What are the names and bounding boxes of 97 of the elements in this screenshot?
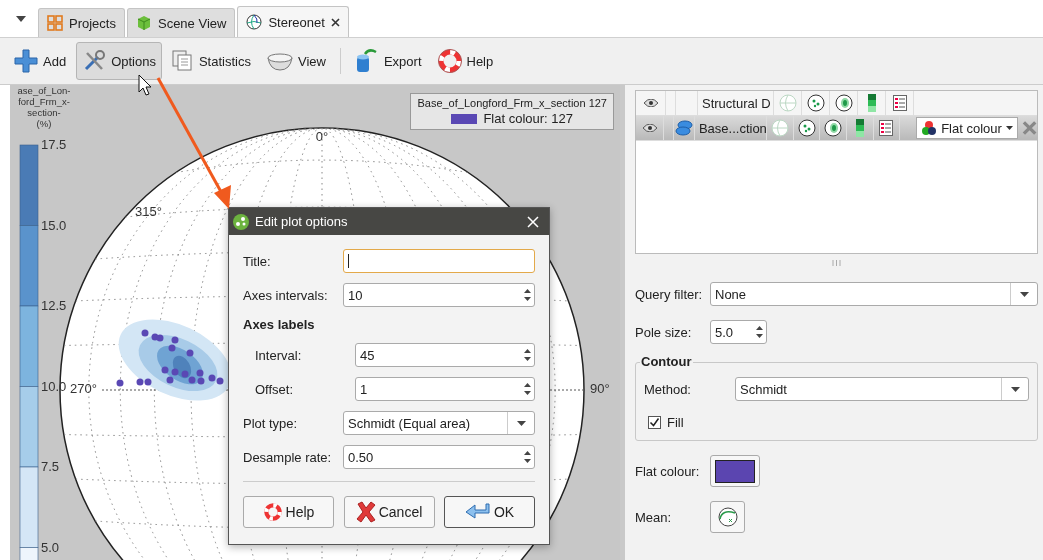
tab[interactable]: Scene View — [126, 8, 236, 37]
spin-arrows-icon[interactable] — [524, 382, 531, 396]
dropdown[interactable]: None — [710, 282, 1038, 306]
section-heading: Axes labels — [243, 317, 316, 333]
dialog-button[interactable]: Cancel — [343, 496, 435, 528]
spin-arrows-icon[interactable] — [524, 348, 531, 362]
legend-title: Base_of_Longford_Frm_x_section 127 — [417, 97, 607, 109]
field-label: Pole size: — [635, 324, 693, 340]
scale-title: ase_of_Lon- — [17, 85, 71, 96]
spin-arrows-icon[interactable] — [756, 325, 763, 339]
enter-arrow-icon — [464, 502, 491, 522]
cube-icon — [135, 15, 152, 31]
lifebuoy-icon — [437, 49, 462, 73]
spin-box[interactable]: 1 — [355, 377, 535, 401]
angle-label: 270° — [70, 381, 97, 396]
lifebuoy-icon — [262, 502, 283, 522]
layer-icon — [674, 120, 693, 136]
toolbar-button[interactable]: Add — [8, 42, 73, 80]
tab-menu-icon[interactable] — [16, 15, 26, 22]
toolbar-button[interactable]: Options — [76, 42, 162, 80]
tab[interactable]: Projects — [38, 8, 125, 37]
checkbox[interactable] — [648, 416, 661, 429]
field-label: Method: — [644, 381, 692, 397]
dialog-title: Edit plot options — [255, 214, 349, 229]
angle-label: 0° — [315, 129, 329, 144]
cross-icon — [355, 501, 376, 523]
field-label: Interval: — [254, 347, 303, 363]
eye-icon[interactable] — [642, 124, 657, 132]
scale-title: section- — [27, 107, 61, 118]
field-label: Flat colour: — [635, 463, 701, 479]
export-icon — [354, 48, 379, 74]
spin-box[interactable]: 5.0 — [710, 320, 767, 344]
caret-icon — [1019, 291, 1029, 297]
toolbar-button[interactable]: Statistics — [165, 42, 257, 80]
plus-icon — [14, 49, 38, 73]
caret-icon — [516, 420, 526, 426]
field-label: Query filter: — [635, 286, 704, 302]
dropdown[interactable]: Schmidt — [735, 377, 1029, 401]
dialog-button[interactable]: OK — [444, 496, 535, 528]
scale-label: 5.0 — [41, 539, 60, 555]
field-label: Desample rate: — [243, 449, 333, 465]
layer-name: Structural D — [698, 91, 774, 115]
poles-icon[interactable] — [797, 119, 816, 137]
layer-row[interactable]: Structural D — [636, 91, 1037, 116]
field-label: Title: — [243, 253, 272, 269]
spin-box[interactable]: 45 — [355, 343, 535, 367]
legend-icon[interactable] — [892, 95, 907, 111]
spin-arrows-icon[interactable] — [524, 450, 531, 464]
mean-icon — [716, 506, 739, 528]
toolbar-button[interactable]: Export — [348, 42, 428, 80]
colour-mode-dropdown[interactable]: Flat colour — [916, 117, 1018, 139]
bowl-icon — [266, 51, 293, 71]
layer-row[interactable]: Base...ction Flat colour — [636, 116, 1037, 141]
scale-label: 7.5 — [41, 459, 60, 474]
colour-scale-icon[interactable] — [854, 119, 865, 137]
contour-icon[interactable] — [834, 94, 853, 112]
scale-title: ford_Frm_x- — [18, 96, 70, 107]
mouse-pointer-icon — [138, 74, 152, 96]
angle-label: 90° — [590, 381, 610, 396]
angle-label: 315° — [135, 204, 162, 219]
spin-box[interactable]: 0.50 — [343, 445, 535, 469]
documents-icon — [171, 50, 194, 72]
toolbar-button[interactable]: Help — [431, 42, 500, 80]
colour-scale-icon[interactable] — [866, 94, 877, 112]
scale-label: 15.0 — [41, 217, 67, 233]
legend-icon[interactable] — [879, 120, 894, 136]
eye-icon[interactable] — [643, 99, 658, 107]
field-label: Offset: — [254, 381, 295, 397]
scale-title: (%) — [36, 118, 52, 129]
globe-icon — [246, 14, 263, 30]
dialog-button[interactable]: Help — [243, 496, 334, 528]
splitter-handle-icon[interactable] — [832, 260, 841, 266]
field-label: Plot type: — [243, 415, 299, 431]
poles-icon[interactable] — [806, 94, 825, 112]
spin-box[interactable]: 10 — [343, 283, 535, 307]
caret-icon — [1010, 386, 1020, 392]
checkbox-label: Fill — [667, 415, 684, 430]
input-field[interactable] — [343, 249, 535, 273]
colour-circles-icon — [921, 120, 938, 136]
field-label: Mean: — [635, 509, 673, 525]
toolbar-button[interactable]: View — [260, 42, 332, 80]
close-icon[interactable] — [330, 17, 340, 27]
legend-label: Flat colour: 127 — [483, 111, 573, 126]
grid-icon — [47, 15, 63, 31]
layer-name: Base...ction — [694, 116, 768, 140]
field-label: Axes intervals: — [243, 287, 329, 303]
app-logo-icon — [233, 213, 249, 230]
tools-icon — [82, 49, 107, 73]
scale-label: 17.5 — [41, 137, 67, 152]
caret-icon — [1005, 126, 1013, 130]
scale-label: 12.5 — [41, 298, 67, 313]
contour-icon[interactable] — [824, 119, 843, 137]
dropdown[interactable]: Schmidt (Equal area) — [343, 411, 535, 435]
tab[interactable]: Stereonet — [237, 6, 349, 37]
mean-button[interactable] — [710, 501, 745, 533]
spin-arrows-icon[interactable] — [524, 288, 531, 302]
group-title: Contour — [640, 354, 693, 369]
